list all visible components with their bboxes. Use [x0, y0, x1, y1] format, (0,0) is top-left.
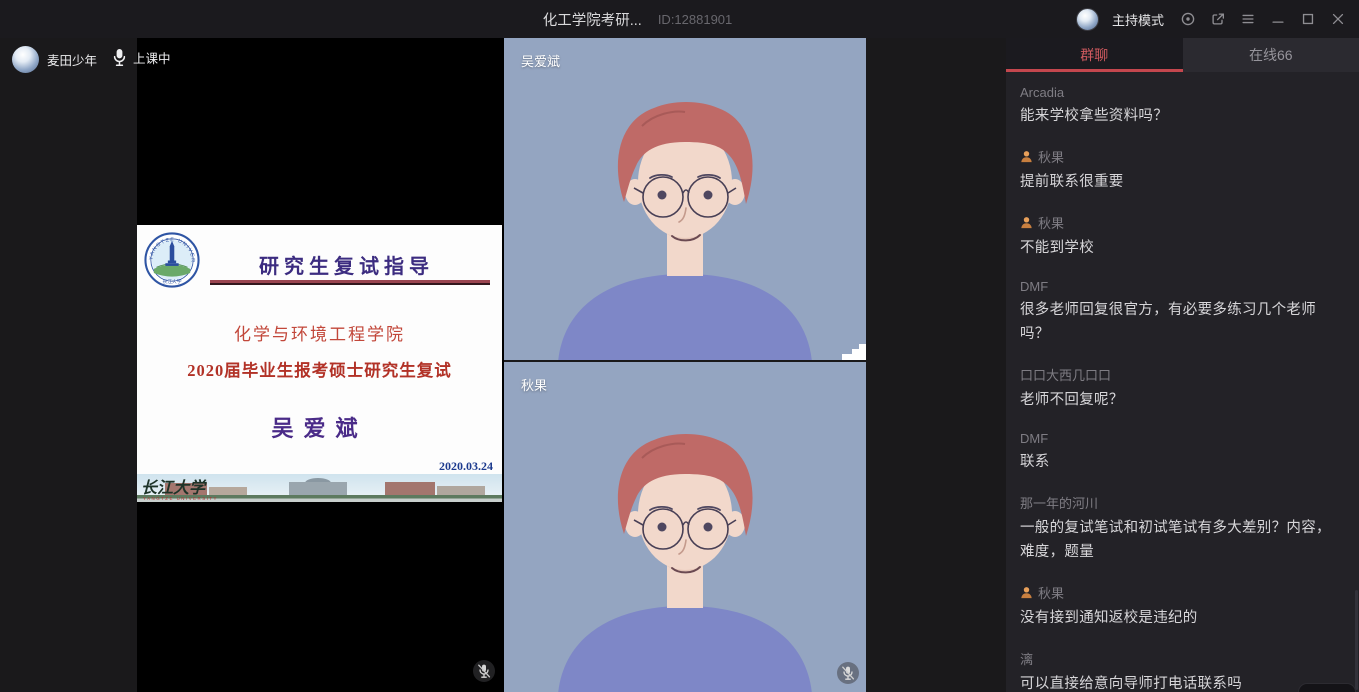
video-feed-2[interactable]: 秋果: [504, 362, 866, 692]
chat-sender-name: DMF: [1020, 279, 1048, 294]
chat-message-list[interactable]: Arcadia 能来学校拿些资料吗？ 秋果 提前联系很重要 秋果: [1006, 72, 1359, 692]
chat-tab-bar: 群聊 在线66: [1006, 38, 1359, 72]
chat-message: 那一年的河川 一般的复试笔试和初试笔试有多大差别？内容，难度，题量: [1020, 493, 1341, 564]
chat-panel: 群聊 在线66 Arcadia 能来学校拿些资料吗？ 秋果 提前联系很重要: [1006, 38, 1359, 692]
slide-department: 化学与环境工程学院: [137, 320, 502, 345]
audio-level-steps-icon: [842, 344, 866, 360]
screen-share-stage[interactable]: YANGTZE UNIVERSITY 长江大学 研究生复试指导 化学与环境工程学…: [137, 38, 504, 692]
chat-scrollbar[interactable]: [1355, 590, 1358, 690]
chat-message-text: 没有接到通知返校是违纪的: [1020, 606, 1341, 630]
presenter-chip: 麦田少年: [12, 46, 97, 73]
svg-text:长江大学: 长江大学: [162, 278, 181, 285]
chat-message: 秋果 提前联系很重要: [1020, 147, 1341, 194]
meeting-id: ID:12881901: [658, 12, 732, 27]
chat-message-text: 很多老师回复很官方，有必要多练习几个老师吗？: [1020, 298, 1341, 346]
chat-sender-name: 秋果: [1038, 147, 1064, 166]
slide-title-underline: [210, 280, 490, 283]
app-window: 化工学院考研... ID:12881901 主持模式: [0, 0, 1359, 692]
participant-name: 秋果: [521, 375, 547, 394]
mic-muted-icon[interactable]: [836, 661, 860, 685]
slide-title: 研究生复试指导: [199, 250, 494, 279]
svg-text:YANGTZE UNIVERSITY: YANGTZE UNIVERSITY: [143, 496, 218, 501]
slide-date: 2020.03.24: [439, 459, 493, 474]
chat-message: DMF 联系: [1020, 431, 1341, 474]
person-badge-icon: [1020, 216, 1033, 229]
presentation-slide: YANGTZE UNIVERSITY 长江大学 研究生复试指导 化学与环境工程学…: [137, 225, 502, 502]
chat-sender-name: 那一年的河川: [1020, 493, 1098, 512]
presenter-avatar: [12, 46, 39, 73]
chat-sender-name: 秋果: [1038, 213, 1064, 232]
chat-message: 口口大西几口口 老师不回复呢？: [1020, 365, 1341, 412]
host-avatar[interactable]: [1076, 8, 1099, 31]
participant-avatar-illustration: [504, 38, 866, 360]
popout-icon[interactable]: [1209, 11, 1226, 28]
titlebar-controls: 主持模式: [1076, 0, 1359, 38]
chat-message-text: 提前联系很重要: [1020, 170, 1341, 194]
class-status-label: 上课中: [133, 48, 171, 67]
chat-sender-name: 秋果: [1038, 583, 1064, 602]
titlebar: 化工学院考研... ID:12881901 主持模式: [0, 0, 1359, 38]
slide-speaker-name: 吴爱斌: [137, 411, 502, 443]
close-icon[interactable]: [1329, 11, 1346, 28]
chat-message-text: 联系: [1020, 450, 1341, 474]
tab-online-members[interactable]: 在线66: [1183, 38, 1359, 72]
participant-name: 吴爱斌: [521, 51, 560, 70]
person-badge-icon: [1020, 586, 1033, 599]
minimize-icon[interactable]: [1269, 11, 1286, 28]
chat-sender-name: DMF: [1020, 431, 1048, 446]
chat-message: 秋果 不能到学校: [1020, 213, 1341, 260]
menu-icon[interactable]: [1239, 11, 1256, 28]
tab-group-chat[interactable]: 群聊: [1006, 38, 1183, 72]
mic-icon[interactable]: [113, 48, 126, 67]
chat-sender-name: Arcadia: [1020, 85, 1064, 100]
maximize-icon[interactable]: [1299, 11, 1316, 28]
chat-message: DMF 很多老师回复很官方，有必要多练习几个老师吗？: [1020, 279, 1341, 346]
class-status-chip: 上课中: [113, 48, 171, 67]
window-title: 化工学院考研...: [543, 9, 642, 30]
main-area: 麦田少年 上课中: [0, 38, 1359, 692]
settings-icon[interactable]: [1179, 11, 1196, 28]
university-logo: YANGTZE UNIVERSITY 长江大学: [144, 232, 200, 288]
slide-subtitle: 2020届毕业生报考硕士研究生复试: [137, 357, 502, 381]
scroll-to-bottom-button[interactable]: [1298, 683, 1356, 692]
campus-photo-strip: 长江大学 YANGTZE UNIVERSITY: [137, 474, 502, 502]
video-feed-1[interactable]: 吴爱斌: [504, 38, 866, 360]
chat-sender-name: 口口大西几口口: [1020, 365, 1111, 384]
chat-message: 秋果 没有接到通知返校是违纪的: [1020, 583, 1341, 630]
chat-message-text: 一般的复试笔试和初试笔试有多大差别？内容，难度，题量: [1020, 516, 1341, 564]
chat-message: 漓 可以直接给意向导师打电话联系吗: [1020, 649, 1341, 692]
person-badge-icon: [1020, 150, 1033, 163]
svg-text:长江大学: 长江大学: [141, 479, 207, 497]
presenter-name: 麦田少年: [47, 50, 97, 69]
chat-message-text: 老师不回复呢？: [1020, 388, 1341, 412]
chat-message-text: 可以直接给意向导师打电话联系吗: [1020, 672, 1341, 692]
mic-muted-icon[interactable]: [472, 659, 496, 683]
participant-avatar-illustration: [504, 362, 866, 692]
titlebar-title-group: 化工学院考研... ID:12881901: [543, 0, 733, 38]
chat-message: Arcadia 能来学校拿些资料吗？: [1020, 85, 1341, 128]
chat-message-text: 能来学校拿些资料吗？: [1020, 104, 1341, 128]
chat-message-text: 不能到学校: [1020, 236, 1341, 260]
video-feeds-column: 吴爱斌: [504, 38, 866, 692]
chat-sender-name: 漓: [1020, 649, 1033, 668]
host-mode-label[interactable]: 主持模式: [1112, 10, 1164, 29]
